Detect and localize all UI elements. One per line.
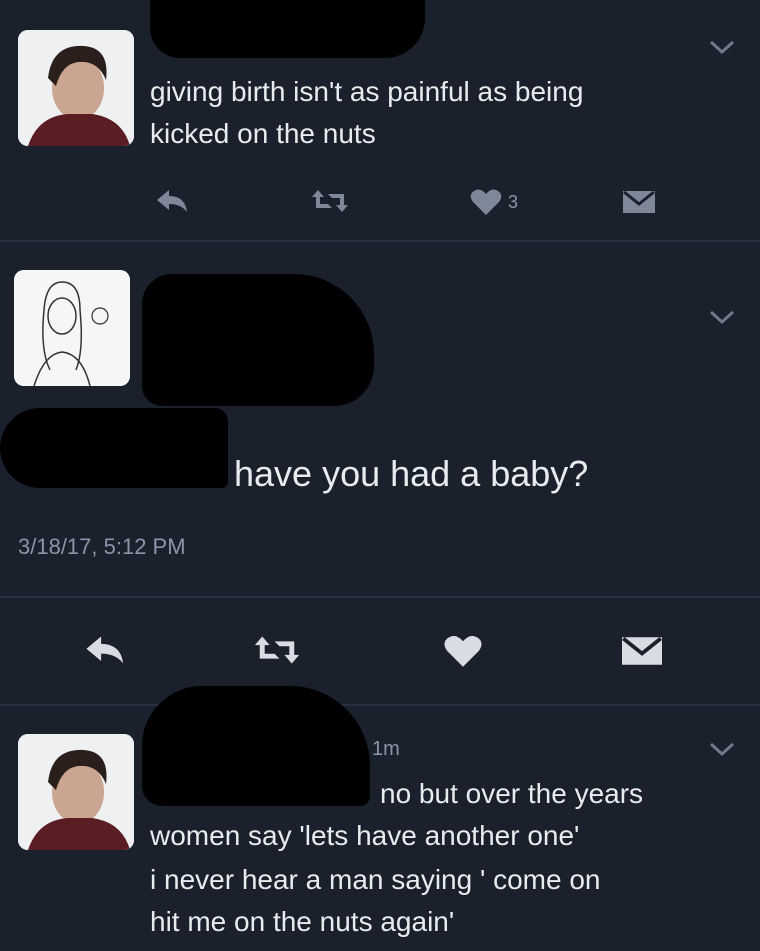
reply-button[interactable] [155,188,191,214]
tweet-text: have you had a baby? [234,453,589,494]
tweet-1[interactable]: giving birth isn't as painful as being k… [0,0,760,240]
retweet-button[interactable] [310,188,350,214]
dm-button[interactable] [622,190,656,214]
redacted-username [142,274,374,406]
chevron-down-icon[interactable] [708,740,736,758]
chevron-down-icon[interactable] [708,308,736,326]
avatar-photo [18,30,134,146]
avatar-photo [18,734,134,850]
reply-icon [157,190,187,212]
avatar[interactable] [18,734,134,850]
heart-icon [470,189,502,215]
chevron-down-icon[interactable] [708,38,736,56]
reply-button[interactable] [84,634,128,666]
redacted-username [142,686,370,806]
tweet-timestamp: 3/18/17, 5:12 PM [18,534,186,559]
retweet-icon [254,636,300,664]
envelope-icon [622,637,662,665]
tweet-time-ago: 1m [372,738,400,760]
retweet-icon [312,190,348,212]
dm-button[interactable] [620,636,664,666]
avatar[interactable] [14,270,130,386]
tweet-text-line: kicked on the nuts [150,118,376,149]
tweet-text-line: women say 'lets have another one' [150,820,580,851]
avatar-sketch [14,270,130,386]
envelope-icon [623,190,655,213]
tweet-text-line: hit me on the nuts again' [150,906,455,937]
avatar[interactable] [18,30,134,146]
tweet-2[interactable]: have you had a baby? 3/18/17, 5:12 PM [0,242,760,704]
tweet-text-line: i never hear a man saying ' come on [150,864,601,895]
redacted-mention [0,408,228,488]
tweet-text-line: no but over the years [380,778,644,809]
like-button[interactable]: 3 [470,188,518,216]
reply-icon [86,636,124,664]
redacted-username [150,0,425,58]
like-count: 3 [508,191,519,212]
divider [0,596,760,598]
retweet-button[interactable] [252,634,302,666]
heart-icon [444,635,482,667]
tweet-text-line: giving birth isn't as painful as being [150,76,584,107]
tweet-3[interactable]: 1m no but over the years women say 'lets… [0,686,760,951]
like-button[interactable] [443,634,483,668]
